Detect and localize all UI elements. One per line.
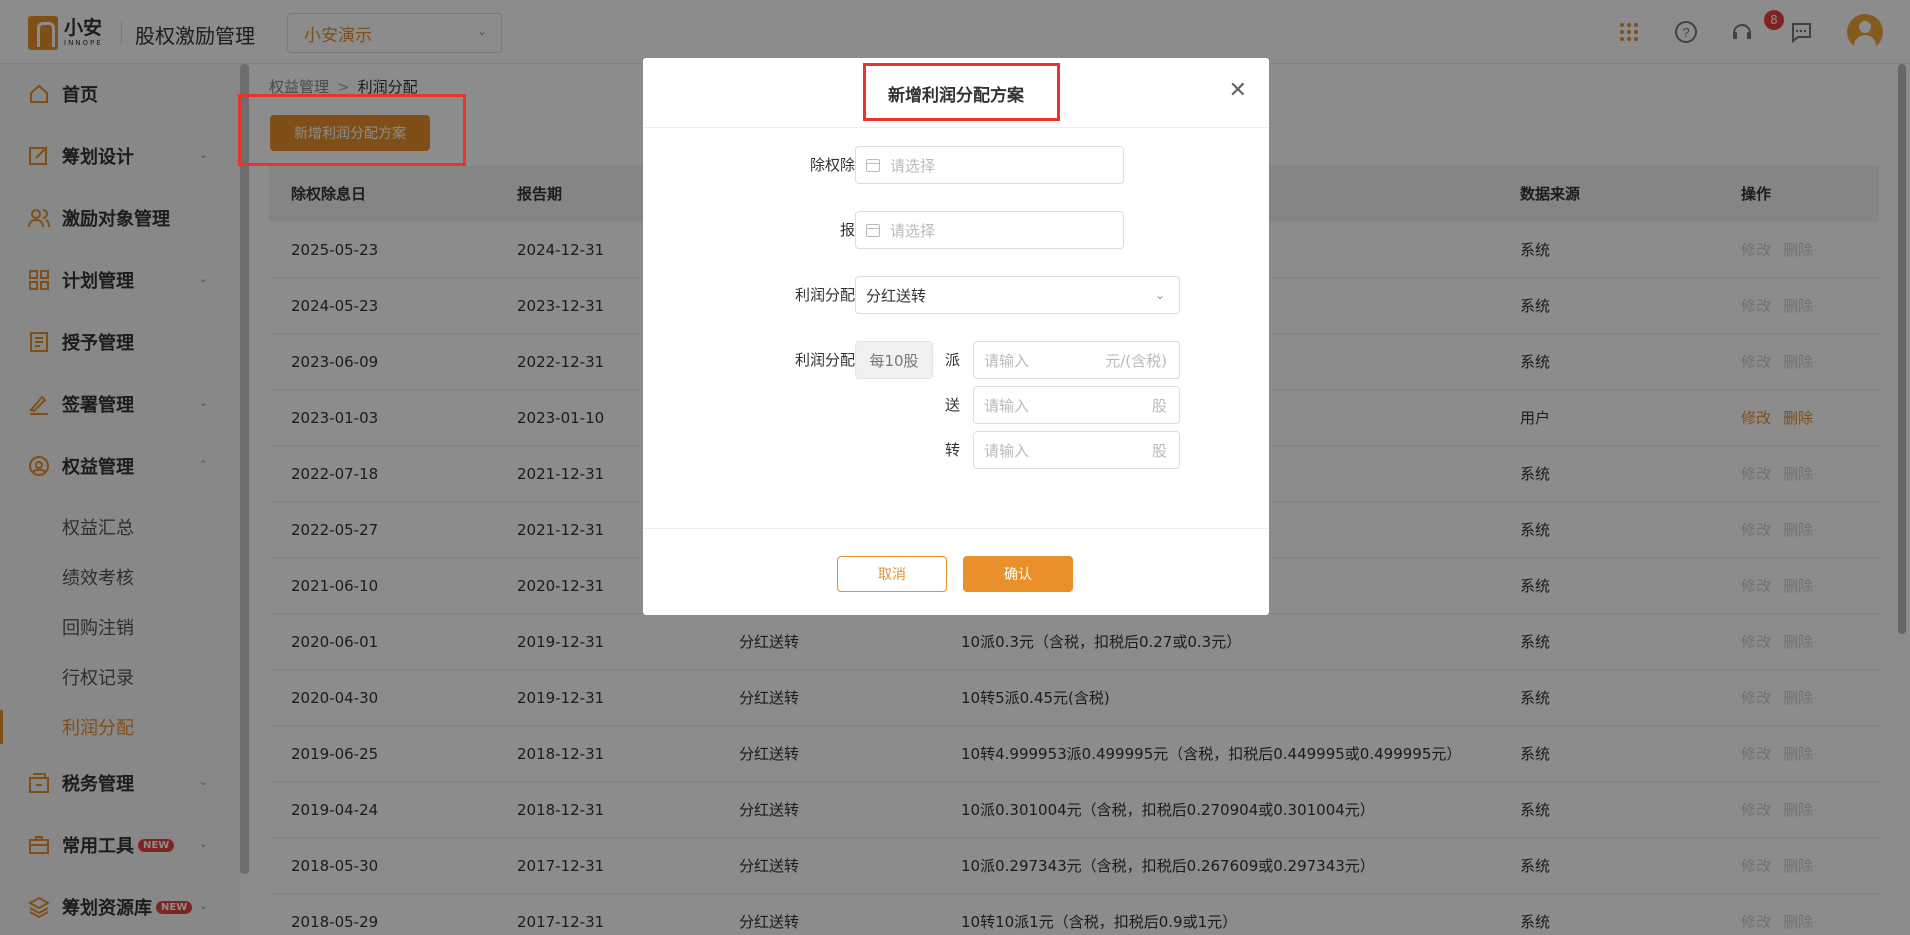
transfer-unit: 股 — [1151, 441, 1167, 460]
dividend-placeholder: 请输入 — [984, 351, 1030, 370]
bonus-shares-input[interactable]: 请输入 股 — [973, 386, 1180, 424]
bonus-placeholder: 请输入 — [984, 396, 1030, 415]
dividend-label: 派 — [945, 351, 961, 369]
transfer-label: 转 — [945, 441, 961, 459]
per-10-shares-prefix: 每10股 — [855, 341, 933, 379]
calendar-icon — [866, 223, 880, 237]
type-select[interactable]: 分红送转 ⌄ — [855, 276, 1180, 314]
dividend-unit: 元/(含税) — [1105, 351, 1167, 370]
transfer-placeholder: 请输入 — [984, 441, 1030, 460]
bonus-unit: 股 — [1151, 396, 1167, 415]
period-picker[interactable]: 请选择 — [855, 211, 1124, 249]
chevron-down-icon: ⌄ — [1154, 288, 1165, 302]
confirm-button[interactable]: 确认 — [963, 556, 1073, 592]
close-icon[interactable]: ✕ — [1229, 80, 1247, 102]
transfer-shares-input[interactable]: 请输入 股 — [973, 431, 1180, 469]
period-placeholder: 请选择 — [890, 221, 936, 240]
add-profit-plan-dialog: 新增利润分配方案 ✕ 除权除息日 请选择 报告期 请选择 利润分配类型 分红送转… — [643, 58, 1269, 615]
dialog-footer-divider — [643, 528, 1269, 529]
calendar-icon — [866, 158, 880, 172]
highlight-box — [238, 94, 466, 166]
type-select-value: 分红送转 — [866, 286, 927, 305]
highlight-box — [863, 63, 1060, 121]
dividend-input[interactable]: 请输入 元/(含税) — [973, 341, 1180, 379]
bonus-label: 送 — [945, 396, 961, 414]
cancel-button[interactable]: 取消 — [837, 556, 947, 592]
ex-date-placeholder: 请选择 — [890, 156, 936, 175]
ex-date-picker[interactable]: 请选择 — [855, 146, 1124, 184]
